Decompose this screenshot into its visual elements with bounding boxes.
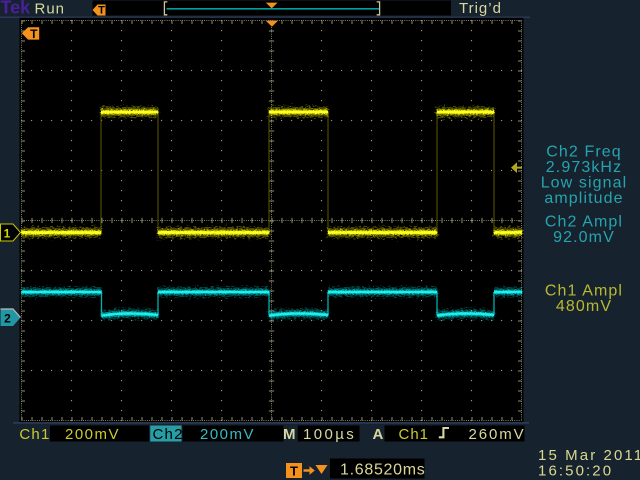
svg-text:Low signal: Low signal <box>541 175 628 192</box>
svg-text:Ch1 Ampl: Ch1 Ampl <box>545 283 623 300</box>
svg-text:Ch2 Freq: Ch2 Freq <box>546 144 622 161</box>
svg-text:Ch1: Ch1 <box>19 426 50 443</box>
svg-text:T: T <box>98 5 105 17</box>
svg-text:2: 2 <box>4 312 11 326</box>
svg-text:16:50:20: 16:50:20 <box>538 463 613 480</box>
svg-text:260mV: 260mV <box>469 426 526 443</box>
svg-text:1.68520ms: 1.68520ms <box>340 462 425 479</box>
svg-text:Ch2 Ampl: Ch2 Ampl <box>545 214 623 231</box>
svg-text:1: 1 <box>4 227 11 241</box>
svg-text:M: M <box>283 426 296 443</box>
svg-text:15 Mar 2011: 15 Mar 2011 <box>538 447 640 464</box>
svg-text:200mV: 200mV <box>65 426 120 443</box>
svg-text:A: A <box>373 426 384 443</box>
svg-text:T: T <box>290 464 298 479</box>
svg-text:480mV: 480mV <box>556 298 612 315</box>
svg-text:amplitude: amplitude <box>544 190 623 207</box>
svg-text:Trig’d: Trig’d <box>459 0 502 17</box>
svg-text:Ch1: Ch1 <box>399 426 430 443</box>
svg-text:Ch2: Ch2 <box>153 426 184 443</box>
svg-text:200mV: 200mV <box>200 426 255 443</box>
svg-text:Run: Run <box>35 0 66 17</box>
svg-text:100µs: 100µs <box>303 426 356 443</box>
svg-text:T: T <box>30 27 38 41</box>
svg-text:Tek: Tek <box>1 0 32 18</box>
svg-text:92.0mV: 92.0mV <box>553 229 615 246</box>
svg-text:2.973kHz: 2.973kHz <box>546 159 622 176</box>
